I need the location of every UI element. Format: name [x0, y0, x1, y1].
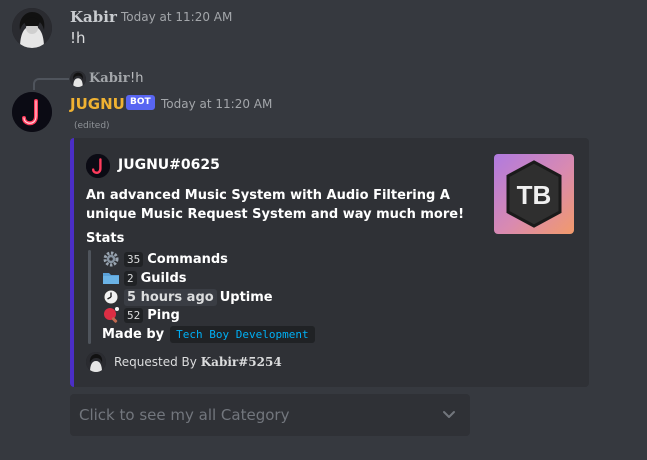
footer-avatar [86, 352, 106, 372]
edited-label: (edited) [74, 121, 110, 131]
stat-row-commands: 35 Commands [102, 250, 228, 268]
made-by-label: Made by [102, 327, 165, 342]
embed-description: An advanced Music System with Audio Filt… [86, 188, 465, 222]
user-avatar[interactable] [12, 8, 52, 48]
stat-label: Uptime [219, 289, 273, 305]
thumbnail-logo-text: TB [517, 180, 552, 210]
stat-value: 52 [124, 307, 144, 323]
select-placeholder[interactable]: Click to see my all Category [79, 406, 289, 424]
footer-user: Kabir#5254 [200, 355, 282, 369]
reply-connector [33, 78, 69, 90]
stat-value: 35 [124, 251, 144, 267]
gear-icon [102, 250, 120, 268]
clock-icon [102, 288, 120, 306]
stat-row-guilds: 2 Guilds [102, 269, 187, 287]
reply-text[interactable]: !h [130, 71, 143, 86]
bot-avatar[interactable] [12, 92, 52, 132]
blockquote-bar [88, 250, 91, 344]
reply-name[interactable]: Kabir [89, 71, 130, 86]
bot-timestamp: Today at 11:20 AM [161, 97, 273, 111]
bot-badge: BOT [126, 95, 155, 110]
embed-author-icon [86, 154, 110, 178]
chevron-down-icon[interactable] [440, 405, 458, 423]
folder-icon [102, 269, 120, 287]
user-message-text: !h [70, 29, 86, 47]
stat-label: Commands [147, 251, 228, 267]
stat-value: 2 [124, 270, 137, 286]
stat-row-ping: 52 Ping [102, 306, 180, 324]
footer-prefix: Requested By [114, 355, 197, 369]
embed-thumbnail[interactable]: TB [494, 154, 574, 234]
bot-name[interactable]: JUGNU [70, 95, 125, 113]
made-by-link[interactable]: Tech Boy Development [170, 326, 315, 343]
embed-field-name: Stats [86, 231, 125, 246]
made-by-row: Made by Tech Boy Development [102, 326, 315, 343]
reply-avatar[interactable] [70, 71, 86, 87]
embed-footer: Requested By Kabir#5254 [114, 355, 282, 369]
ping-pong-icon [102, 306, 120, 324]
embed-author-name: JUGNU#0625 [118, 157, 220, 173]
stat-row-uptime: 5 hours ago Uptime [102, 288, 273, 306]
stat-label: Ping [147, 307, 180, 323]
user-name[interactable]: Kabir [70, 8, 117, 26]
stat-label: Guilds [140, 270, 187, 286]
user-timestamp: Today at 11:20 AM [121, 10, 233, 24]
stat-value: 5 hours ago [124, 288, 217, 306]
